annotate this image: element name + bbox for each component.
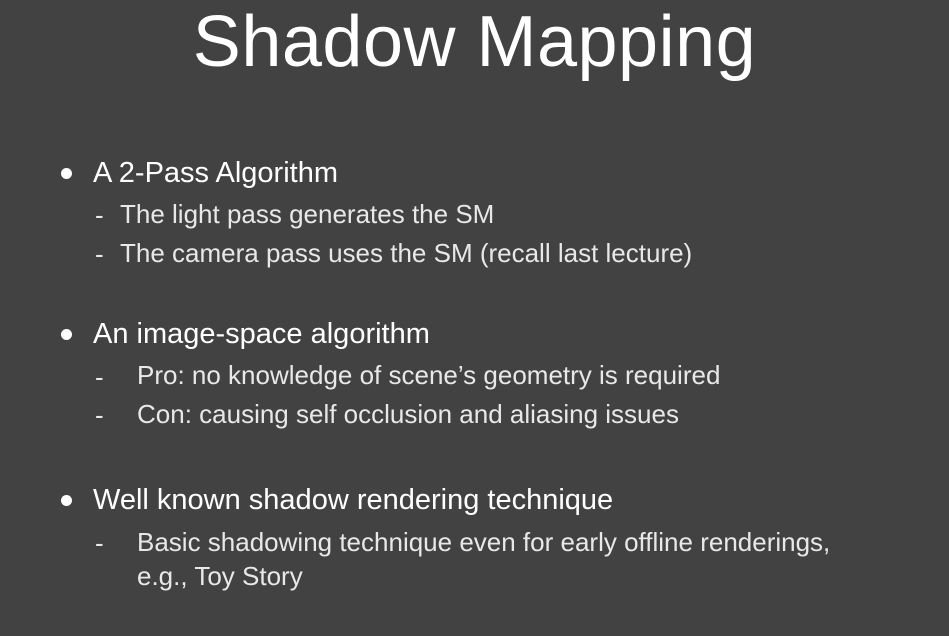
- section-heading: A 2-Pass Algorithm: [93, 157, 338, 189]
- bullet-dot-icon: [61, 329, 72, 340]
- dash-marker: -: [95, 528, 104, 558]
- dash-marker: -: [95, 362, 104, 392]
- dash-marker: -: [95, 400, 104, 430]
- sub-item: The camera pass uses the SM (recall last…: [120, 238, 693, 268]
- section-heading: Well known shadow rendering technique: [93, 484, 614, 516]
- sub-item-continuation: e.g., Toy Story: [137, 561, 303, 591]
- slide-title: Shadow Mapping: [192, 2, 757, 82]
- bullet-dot-icon: [61, 495, 72, 506]
- sub-item: Con: causing self occlusion and aliasing…: [137, 399, 679, 429]
- sub-item: The light pass generates the SM: [120, 199, 495, 229]
- bullet-dot-icon: [61, 168, 72, 179]
- slide: Shadow Mapping A 2-Pass Algorithm - The …: [0, 0, 949, 636]
- sub-item: Basic shadowing technique even for early…: [137, 527, 831, 557]
- dash-marker: -: [95, 200, 104, 230]
- section-heading: An image-space algorithm: [93, 318, 430, 350]
- dash-marker: -: [95, 239, 104, 269]
- sub-item: Pro: no knowledge of scene’s geometry is…: [137, 360, 721, 390]
